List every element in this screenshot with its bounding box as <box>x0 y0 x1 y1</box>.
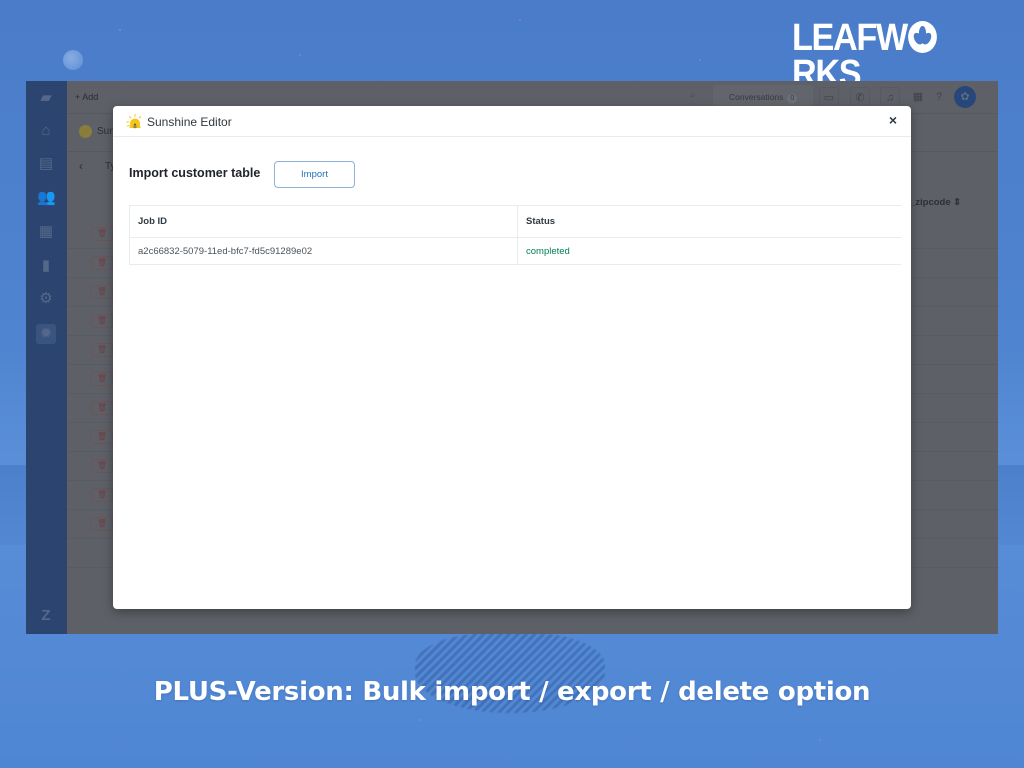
users-icon[interactable]: 👥 <box>37 189 56 207</box>
trash-icon[interactable]: 🗑 <box>91 343 113 357</box>
table-header-row: Job ID Status <box>129 205 901 238</box>
trash-icon[interactable]: 🗑 <box>91 459 113 473</box>
phone-icon[interactable]: ✆ <box>850 87 870 107</box>
trash-icon[interactable]: 🗑 <box>91 372 113 386</box>
bell-icon[interactable]: ♫ <box>880 87 900 107</box>
trash-icon[interactable]: 🗑 <box>91 314 113 328</box>
sunshine-editor-modal: Sunshine Editor × Import customer table … <box>113 106 911 609</box>
leaf-icon <box>907 21 937 53</box>
search-icon[interactable]: ⌕ <box>690 90 696 101</box>
trash-icon[interactable]: 🗑 <box>91 488 113 502</box>
chevron-left-icon[interactable]: ‹ <box>79 159 83 173</box>
sunshine-app-icon[interactable]: ✹ <box>37 325 55 343</box>
import-button[interactable]: Import <box>274 161 355 188</box>
add-button[interactable]: + Add <box>75 92 98 102</box>
modal-header: Sunshine Editor × <box>113 106 911 137</box>
conversations-count-badge: 0 <box>787 94 798 104</box>
trash-icon[interactable]: 🗑 <box>91 256 113 270</box>
app-sidebar: ▰ ⌂ ▤ 👥 ▦ ▮ ⚙ ✹ Z <box>26 81 67 634</box>
help-icon[interactable]: ? <box>929 87 949 107</box>
home-icon[interactable]: ⌂ <box>37 122 55 140</box>
moon-icon <box>63 50 83 70</box>
status-cell: completed <box>517 237 901 265</box>
table-row: a2c66832-5079-11ed-bfc7-fd5c91289e02 com… <box>129 237 901 265</box>
reporting-icon[interactable]: ▮ <box>37 257 55 275</box>
conversations-label: Conversations <box>729 92 784 102</box>
avatar[interactable]: ✿ <box>954 86 976 108</box>
section-title: Import customer table <box>129 166 261 180</box>
apps-grid-icon[interactable]: ▦ <box>908 87 928 107</box>
organizations-icon[interactable]: ▦ <box>37 223 55 241</box>
status-column-header: Status <box>517 205 901 238</box>
trash-icon[interactable]: 🗑 <box>91 227 113 241</box>
zendesk-z-icon[interactable]: Z <box>37 607 55 625</box>
trash-icon[interactable]: 🗑 <box>91 517 113 531</box>
settings-icon[interactable]: ⚙ <box>37 290 55 308</box>
feature-caption: PLUS-Version: Bulk import / export / del… <box>153 677 871 707</box>
close-icon[interactable]: × <box>885 112 901 128</box>
sunshine-logo-icon <box>126 114 141 129</box>
trash-icon[interactable]: 🗑 <box>91 401 113 415</box>
modal-title: Sunshine Editor <box>147 115 232 129</box>
job-id-cell: a2c66832-5079-11ed-bfc7-fd5c91289e02 <box>129 237 518 265</box>
trash-icon[interactable]: 🗑 <box>91 430 113 444</box>
zendesk-logo-icon[interactable]: ▰ <box>37 89 55 107</box>
leafworks-logo: LEAFW RKS <box>792 19 1001 93</box>
job-id-column-header: Job ID <box>129 205 518 238</box>
sunshine-mini-icon <box>79 125 92 138</box>
chat-icon[interactable]: ▭ <box>819 87 839 107</box>
import-jobs-table: Job ID Status a2c66832-5079-11ed-bfc7-fd… <box>129 205 901 265</box>
inbox-icon[interactable]: ▤ <box>37 155 55 173</box>
trash-icon[interactable]: 🗑 <box>91 285 113 299</box>
